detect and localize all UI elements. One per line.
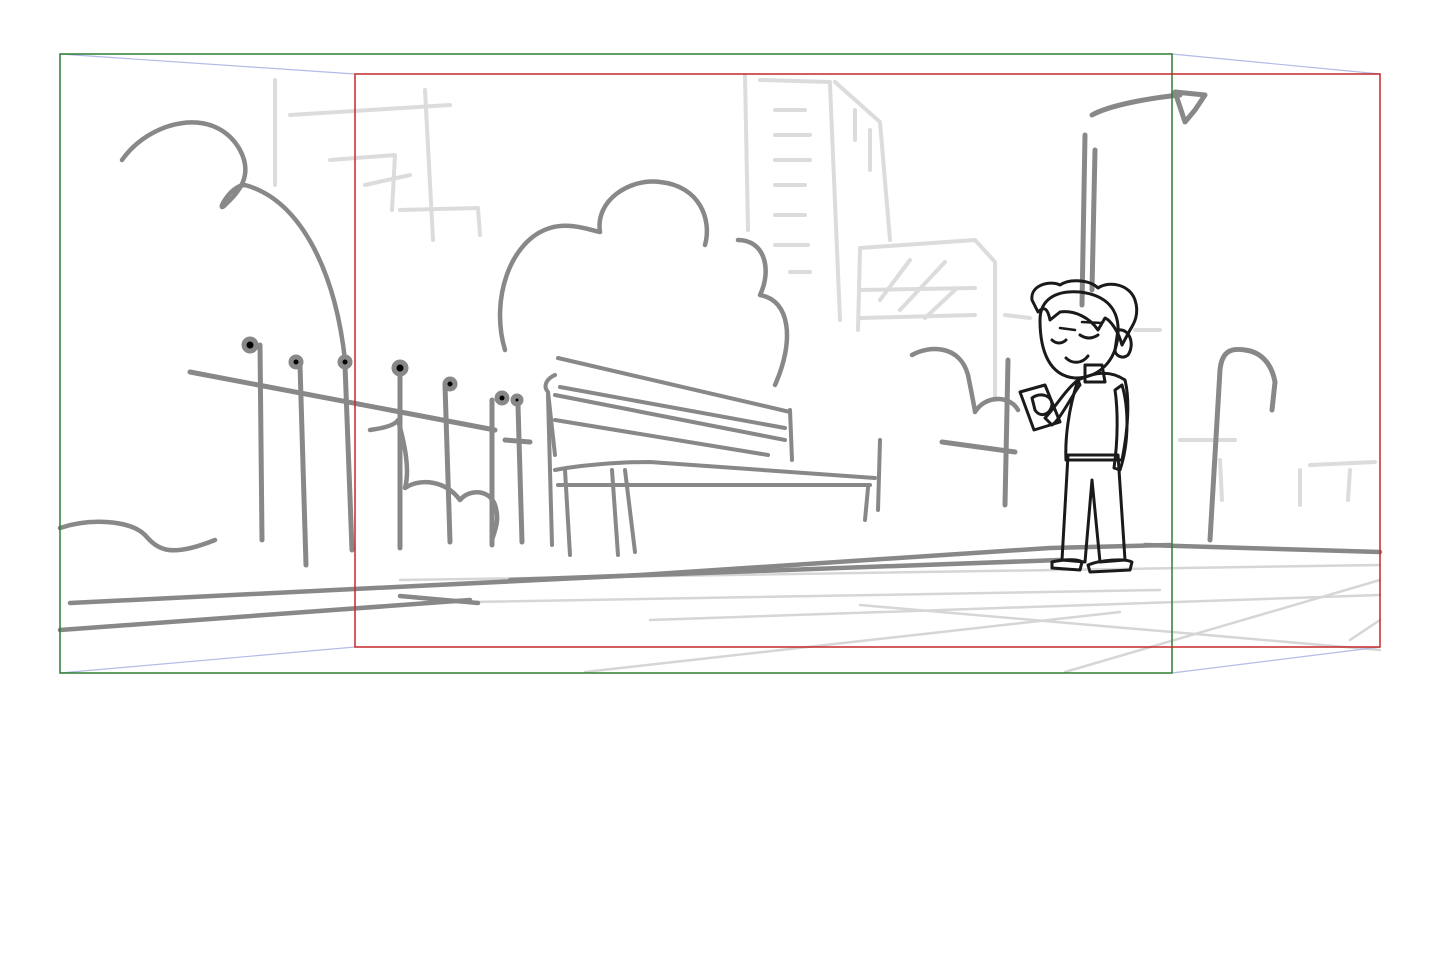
- character-with-phone: [1018, 279, 1139, 574]
- camera-start-frame[interactable]: [59, 53, 1173, 674]
- trees: [57, 120, 1021, 553]
- street-lamp: [939, 89, 1278, 543]
- background-buildings: [273, 73, 1377, 507]
- bench: [543, 356, 882, 557]
- fence-posts: [187, 336, 533, 568]
- storyboard-canvas[interactable]: [0, 0, 1440, 958]
